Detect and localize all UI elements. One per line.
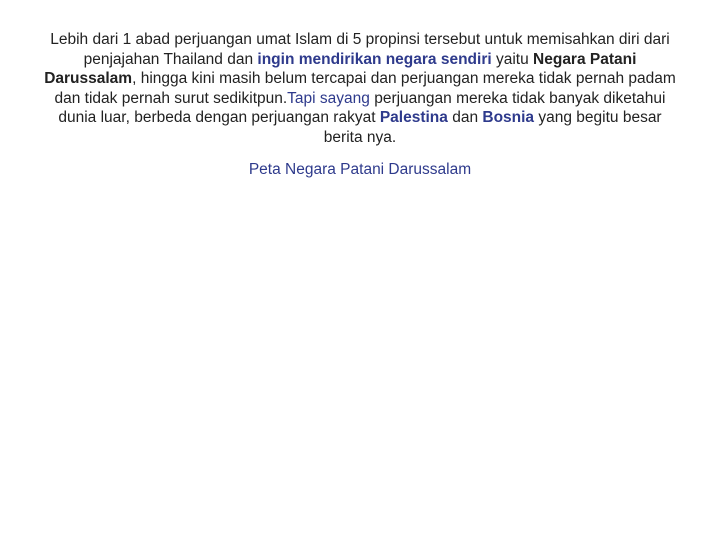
text-segment-bosnia: Bosnia <box>482 109 535 126</box>
text-segment-connector: yaitu <box>491 50 534 68</box>
text-segment-but: Tapi sayang <box>287 89 370 107</box>
text-segment-goal: ingin mendirikan negara sendiri <box>257 50 492 68</box>
body-paragraph: Lebih dari 1 abad perjuangan umat Islam … <box>40 30 680 147</box>
map-caption: Peta Negara Patani Darussalam <box>248 161 472 178</box>
text-segment-palestina: Palestina <box>379 109 448 126</box>
text-segment-and: dan <box>447 109 483 126</box>
slide-page: Lebih dari 1 abad perjuangan umat Islam … <box>0 0 720 540</box>
